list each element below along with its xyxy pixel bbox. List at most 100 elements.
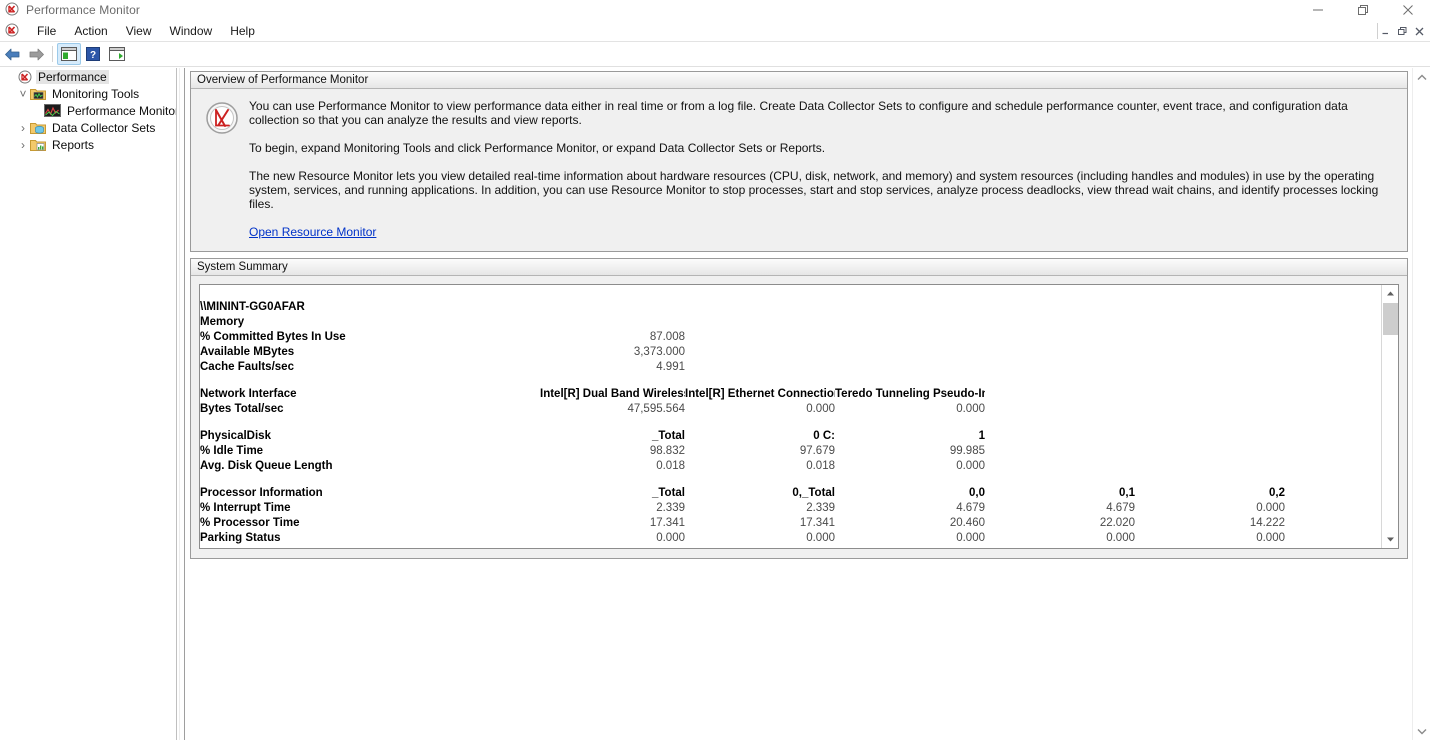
counter-value: 0.000 [1285, 500, 1381, 515]
overview-paragraph-3: The new Resource Monitor lets you view d… [249, 169, 1379, 211]
hostname-label: \\MININT-GG0AFAR [200, 300, 305, 313]
menu-window[interactable]: Window [161, 22, 222, 40]
column-header: 0,2 [1269, 486, 1285, 499]
console-icon [5, 23, 19, 40]
column-header: 0,0 [969, 486, 985, 499]
column-header: 0 C: [813, 429, 835, 442]
counter-value: 4.679 [956, 501, 985, 514]
svg-text:?: ? [90, 50, 96, 61]
scrollbar-thumb[interactable] [1383, 303, 1398, 335]
counter-value: 0.000 [1106, 531, 1135, 544]
sidebar-item-performance[interactable]: Performance [0, 68, 176, 85]
folder-monitoring-icon [30, 87, 46, 101]
table-spacer [200, 416, 1381, 428]
gauge-icon [199, 99, 245, 239]
toolbar-divider [0, 66, 1430, 67]
counter-value: 0.000 [1285, 530, 1381, 545]
counter-label: Bytes Total/sec [200, 402, 284, 415]
menu-action[interactable]: Action [65, 22, 116, 40]
system-summary-panel: System Summary \\MININT-GG0AFAR Memory %… [190, 258, 1408, 559]
table-row: \\MININT-GG0AFAR [200, 299, 1381, 314]
system-summary-body: \\MININT-GG0AFAR Memory % Committed Byte… [191, 276, 1407, 558]
performance-monitor-icon [18, 70, 32, 84]
minimize-button[interactable] [1295, 0, 1340, 20]
table-row: Network Interface Intel[R] Dual Band Wir… [200, 386, 1381, 401]
counter-value: 4.991 [656, 360, 685, 373]
sidebar-item-label: Performance [36, 69, 109, 84]
counter-value: 0.000 [1256, 501, 1285, 514]
counter-value: 14.222 [1249, 516, 1285, 529]
close-button[interactable] [1385, 0, 1430, 20]
counter-label: Avg. Disk Queue Length [200, 459, 333, 472]
system-summary-header: System Summary [191, 259, 1407, 276]
table-row: Avg. Disk Queue Length 0.018 0.018 0.000 [200, 458, 1381, 473]
menu-help[interactable]: Help [221, 22, 264, 40]
system-summary-scroll-area: \\MININT-GG0AFAR Memory % Committed Byte… [200, 285, 1381, 548]
system-summary-vertical-scrollbar[interactable] [1381, 285, 1398, 548]
column-header: _Total [651, 429, 685, 442]
overview-panel-header: Overview of Performance Monitor [191, 72, 1407, 89]
counter-value: 0.000 [806, 531, 835, 544]
details-pane-vertical-scrollbar[interactable] [1412, 68, 1430, 740]
table-spacer [200, 473, 1381, 485]
forward-arrow-icon[interactable] [24, 43, 48, 65]
menu-file[interactable]: File [28, 22, 65, 40]
details-pane: Overview of Performance Monitor You can … [186, 68, 1412, 740]
column-header: _Total [651, 486, 685, 499]
counter-label: Available MBytes [200, 345, 295, 358]
scroll-down-arrow-icon[interactable] [1413, 722, 1430, 740]
mdi-restore-button[interactable] [1394, 23, 1411, 39]
tree-expander-expanded[interactable]: ˅ [16, 87, 30, 101]
counter-value: 2.339 [806, 501, 835, 514]
scroll-up-arrow-icon[interactable] [1382, 285, 1398, 302]
folder-reports-icon [30, 138, 46, 152]
counter-value: 4.679 [1106, 501, 1135, 514]
sidebar-item-performance-monitor[interactable]: Performance Monitor [0, 102, 176, 119]
back-arrow-icon[interactable] [0, 43, 24, 65]
sidebar-item-monitoring-tools[interactable]: ˅ Monitoring Tools [0, 85, 176, 102]
column-header: Teredo Tunneling Pseudo-Interface [835, 387, 985, 400]
overview-paragraph-2: To begin, expand Monitoring Tools and cl… [249, 141, 826, 155]
pane-splitter[interactable] [176, 68, 185, 740]
overview-body: You can use Performance Monitor to view … [191, 89, 1407, 251]
sidebar-item-data-collector-sets[interactable]: › Data Collector Sets [0, 119, 176, 136]
show-action-pane-icon[interactable] [105, 43, 129, 65]
section-label: Processor Information [200, 486, 323, 499]
system-summary-grid-container: \\MININT-GG0AFAR Memory % Committed Byte… [199, 284, 1399, 549]
restore-button[interactable] [1340, 0, 1385, 20]
show-console-tree-icon[interactable] [57, 43, 81, 65]
counter-value: 0.000 [956, 531, 985, 544]
sidebar-item-label: Data Collector Sets [52, 120, 156, 135]
table-row: Parking Status 0.000 0.000 0.000 0.000 0… [200, 530, 1381, 545]
counter-label: Parking Status [200, 531, 281, 544]
overview-panel: Overview of Performance Monitor You can … [190, 71, 1408, 252]
mdi-close-button[interactable] [1411, 23, 1428, 39]
scroll-up-arrow-icon[interactable] [1413, 68, 1430, 86]
scroll-down-arrow-icon[interactable] [1382, 531, 1398, 548]
table-row: Bytes Total/sec 47,595.564 0.000 0.000 [200, 401, 1381, 416]
counter-value: 0.018 [806, 459, 835, 472]
table-row: % Processor Time 17.341 17.341 20.460 22… [200, 515, 1381, 530]
open-resource-monitor-link[interactable]: Open Resource Monitor [249, 225, 376, 239]
window-title-bar: Performance Monitor [0, 0, 1430, 20]
table-row: Processor Information _Total 0,_Total 0,… [200, 485, 1381, 500]
table-row: % Idle Time 98.832 97.679 99.985 [200, 443, 1381, 458]
menu-view[interactable]: View [117, 22, 161, 40]
table-row: Available MBytes 3,373.000 [200, 344, 1381, 359]
table-row: % Interrupt Time 2.339 2.339 4.679 4.679… [200, 500, 1381, 515]
counter-value: 3,373.000 [633, 345, 685, 358]
sidebar-item-reports[interactable]: › Reports [0, 136, 176, 153]
mdi-minimize-button[interactable] [1377, 23, 1394, 39]
help-icon[interactable]: ? [81, 43, 105, 65]
section-label: Memory [200, 315, 245, 328]
counter-value: 99.985 [949, 444, 985, 457]
table-spacer [200, 374, 1381, 386]
window-controls [1295, 0, 1430, 20]
tree-expander[interactable] [4, 70, 18, 84]
tree-expander-collapsed[interactable]: › [16, 138, 30, 152]
toolbar-separator-1 [52, 46, 53, 62]
counter-value: 0.000 [806, 402, 835, 415]
table-row: Cache Faults/sec 4.991 [200, 359, 1381, 374]
tree-expander-collapsed[interactable]: › [16, 121, 30, 135]
folder-collector-icon [30, 121, 46, 135]
